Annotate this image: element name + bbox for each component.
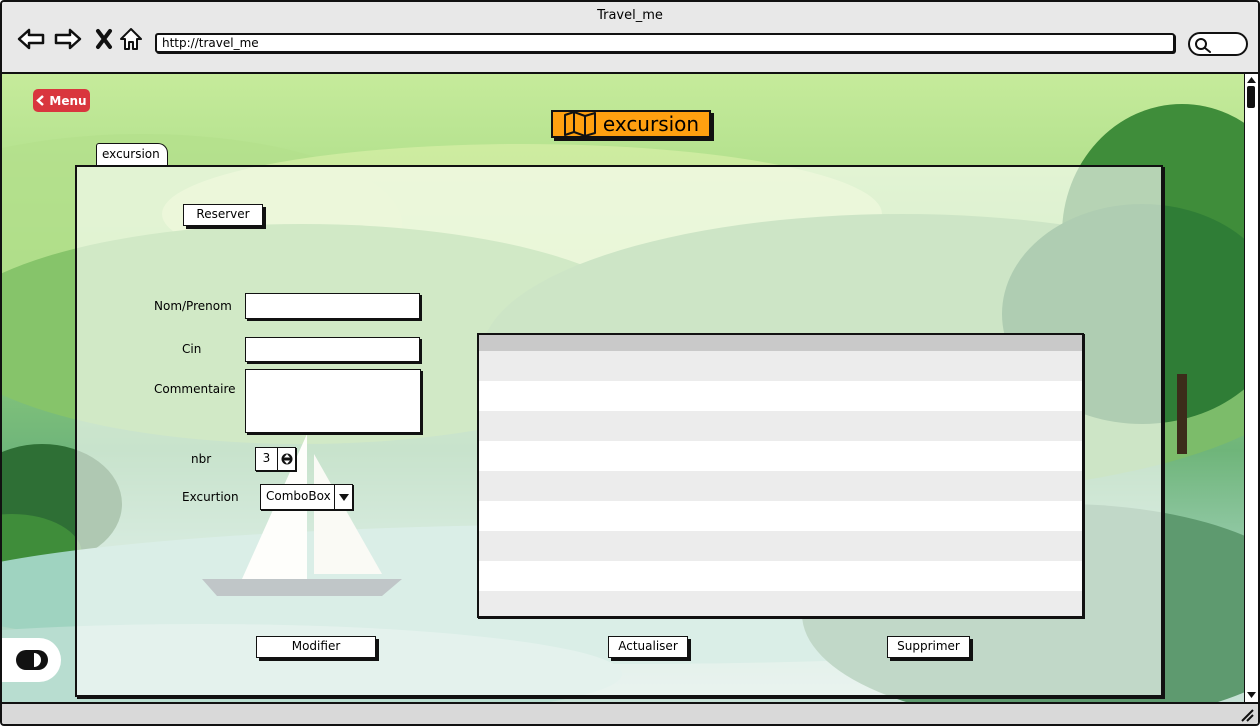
table-row[interactable] xyxy=(479,471,1082,501)
menu-button[interactable]: Menu xyxy=(33,89,90,112)
tab-excursion[interactable]: excursion xyxy=(96,143,168,166)
browser-statusbar xyxy=(2,702,1258,724)
back-arrow-icon[interactable] xyxy=(16,24,46,54)
nbr-label: nbr xyxy=(191,452,212,466)
page-title-text: excursion xyxy=(602,112,700,136)
close-x-icon[interactable] xyxy=(89,24,119,54)
chevron-down-icon[interactable] xyxy=(335,485,352,509)
scroll-down-icon[interactable] xyxy=(1246,690,1257,700)
table-row[interactable] xyxy=(479,591,1082,616)
commentaire-textarea[interactable] xyxy=(245,369,421,433)
table-row[interactable] xyxy=(479,561,1082,591)
table-row[interactable] xyxy=(479,411,1082,441)
table-row[interactable] xyxy=(479,351,1082,381)
browser-titlebar: Travel_me http://travel_me xyxy=(2,2,1258,74)
theme-toggle[interactable] xyxy=(2,638,61,682)
actualiser-button[interactable]: Actualiser xyxy=(608,636,688,658)
browser-window: Travel_me http://travel_me Menu excursio… xyxy=(0,0,1260,726)
cin-label: Cin xyxy=(182,342,202,356)
nbr-value[interactable]: 3 xyxy=(256,448,278,470)
url-bar[interactable]: http://travel_me xyxy=(155,33,1175,53)
nom-prenom-label: Nom/Prenom xyxy=(154,299,232,313)
table-row[interactable] xyxy=(479,441,1082,471)
modifier-button[interactable]: Modifier xyxy=(256,636,376,658)
chevron-left-icon xyxy=(36,95,45,106)
table-row[interactable] xyxy=(479,501,1082,531)
home-icon[interactable] xyxy=(116,24,146,54)
excurtion-label: Excurtion xyxy=(182,490,239,504)
forward-arrow-icon[interactable] xyxy=(53,24,83,54)
search-icon xyxy=(1195,38,1211,53)
search-box[interactable] xyxy=(1188,32,1248,56)
window-title: Travel_me xyxy=(597,8,663,23)
menu-label: Menu xyxy=(49,93,87,108)
stepper-arrows-icon[interactable] xyxy=(278,448,295,470)
nom-prenom-field[interactable] xyxy=(245,293,420,319)
resize-grip-icon[interactable] xyxy=(1238,706,1254,722)
table-row[interactable] xyxy=(479,381,1082,411)
commentaire-label: Commentaire xyxy=(154,382,236,396)
nbr-stepper[interactable]: 3 xyxy=(255,447,296,471)
reserver-button[interactable]: Reserver xyxy=(183,204,263,226)
supprimer-button[interactable]: Supprimer xyxy=(887,636,970,658)
cin-field[interactable] xyxy=(245,337,420,362)
table-row[interactable] xyxy=(479,531,1082,561)
map-icon xyxy=(563,111,596,137)
excursion-combobox[interactable]: ComboBox xyxy=(260,484,353,510)
page-title: excursion xyxy=(551,110,711,138)
scroll-up-icon[interactable] xyxy=(1246,75,1257,85)
contrast-toggle-icon xyxy=(15,650,48,670)
vertical-scrollbar[interactable] xyxy=(1244,74,1258,702)
combobox-value: ComboBox xyxy=(261,485,335,509)
table-header xyxy=(479,335,1082,351)
scrollbar-thumb[interactable] xyxy=(1247,86,1255,108)
data-table[interactable] xyxy=(477,333,1084,618)
